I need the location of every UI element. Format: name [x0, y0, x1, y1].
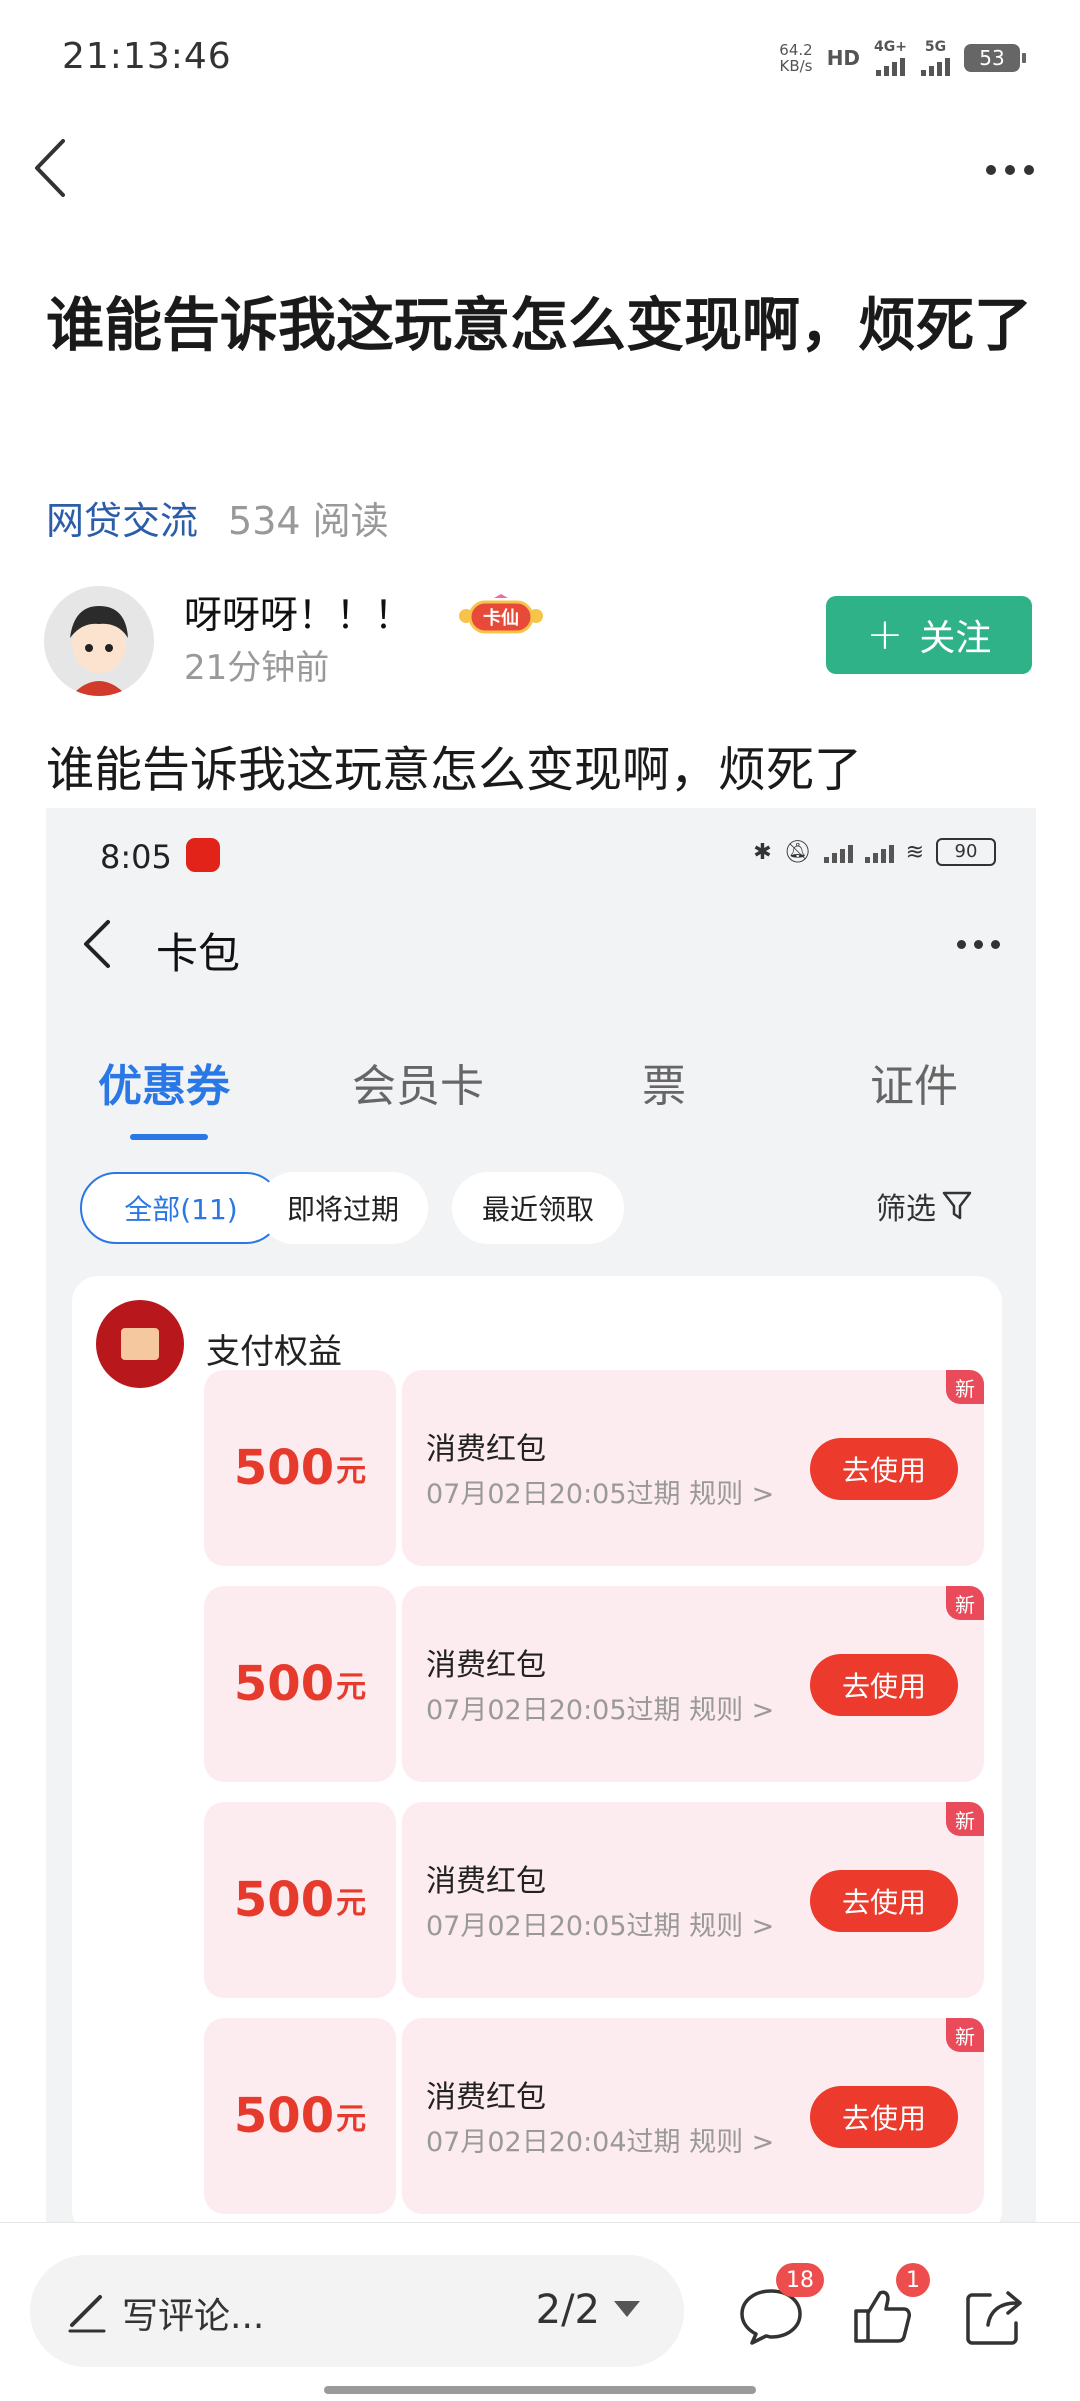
embedded-tab-coupons: 优惠券 — [98, 1061, 230, 1112]
embedded-coupon: 500 元 消费红包 07月02日20:04过期 规则 > 去使用 新 — [204, 2018, 984, 2214]
signal-4g-icon: 4G+ — [874, 40, 907, 76]
post-body: 谁能告诉我这玩意怎么变现啊，烦死了 — [46, 742, 863, 798]
coupon-unit: 元 — [336, 1454, 367, 1489]
embedded-tab-tickets: 票 — [642, 1061, 686, 1112]
embedded-coupon: 500 元 消费红包 07月02日20:05过期 规则 > 去使用 新 — [204, 1586, 984, 1782]
coupon-use-button: 去使用 — [810, 1654, 958, 1716]
wifi-icon: ≋ — [905, 839, 924, 865]
embedded-more-icon — [957, 940, 1000, 949]
coupon-amount: 500 — [233, 2088, 335, 2144]
signal-5g-icon: 5G — [921, 40, 950, 76]
coupon-expire: 07月02日20:05过期 规则 > — [426, 1479, 775, 1510]
back-button[interactable] — [20, 128, 80, 208]
post-meta: 网贷交流 534 阅读 — [46, 490, 389, 545]
net-speed-unit: KB/s — [779, 57, 813, 75]
more-button[interactable] — [970, 140, 1050, 200]
post-image[interactable]: 8:05 ✱ 🔕︎ ≋ 90 卡包 优惠券 会员卡 票 证件 全部(11) 即将… — [46, 808, 1036, 2226]
coupon-use-button: 去使用 — [810, 1438, 958, 1500]
signal-icon — [823, 841, 853, 863]
pencil-icon — [68, 2295, 106, 2333]
embedded-chip-all: 全部(11) — [80, 1172, 282, 1244]
coupon-title: 消费红包 — [426, 1432, 546, 1467]
embedded-battery-icon: 90 — [936, 838, 996, 866]
level-badge: 卡仙 — [456, 594, 546, 638]
embedded-coupon: 500 元 消费红包 07月02日20:05过期 规则 > 去使用 新 — [204, 1802, 984, 1998]
bluetooth-icon: ✱ — [753, 839, 772, 865]
follow-button[interactable]: + 关注 — [826, 596, 1032, 674]
embedded-filter: 筛选 — [876, 1184, 972, 1228]
red-envelope-icon — [96, 1300, 184, 1388]
status-icons: 64.2 KB/s HD 4G+ 5G 53 — [779, 36, 1026, 80]
comment-count-badge: 18 — [776, 2263, 824, 2297]
embedded-tab-ids: 证件 — [870, 1061, 958, 1112]
hd-icon: HD — [826, 46, 861, 70]
net-speed-value: 64.2 — [779, 41, 813, 59]
new-badge: 新 — [946, 1370, 984, 1404]
embedded-group-title: 支付权益 — [206, 1332, 342, 1372]
comment-input[interactable]: 写评论... 2/2 — [30, 2255, 684, 2367]
embedded-chip-recent: 最近领取 — [452, 1172, 624, 1244]
coupon-amount: 500 — [233, 1656, 335, 1712]
coupon-title: 消费红包 — [426, 2080, 546, 2115]
coupon-expire: 07月02日20:05过期 规则 > — [426, 1911, 775, 1942]
coupon-use-button: 去使用 — [810, 2086, 958, 2148]
page-indicator[interactable]: 2/2 — [536, 2287, 600, 2333]
badge-label: 卡仙 — [483, 608, 519, 629]
embedded-status-icons: ✱ 🔕︎ ≋ 90 — [753, 838, 996, 866]
filter-icon — [942, 1191, 972, 1220]
share-button[interactable] — [960, 2283, 1030, 2349]
post-time: 21分钟前 — [184, 648, 330, 688]
avatar[interactable] — [44, 586, 154, 696]
coupon-unit: 元 — [336, 2102, 367, 2137]
coupon-expire: 07月02日20:04过期 规则 > — [426, 2127, 775, 2158]
embedded-coupon-card: 支付权益 500 元 消费红包 07月02日20:05过期 规则 > 去使用 新 … — [72, 1276, 1002, 2226]
home-indicator[interactable] — [324, 2386, 756, 2394]
status-time: 21:13:46 — [62, 36, 232, 77]
embedded-status-time: 8:05 — [100, 838, 172, 876]
plus-icon: + — [866, 609, 904, 660]
read-count: 534 阅读 — [228, 499, 389, 543]
dot-icon — [1024, 165, 1034, 175]
embedded-back-icon — [82, 918, 126, 982]
chevron-left-icon — [35, 139, 65, 197]
coupon-expire: 07月02日20:05过期 规则 > — [426, 1695, 775, 1726]
net-speed: 64.2 KB/s — [779, 42, 812, 74]
dropdown-triangle-icon[interactable] — [614, 2301, 640, 2317]
sim1-label: 4G+ — [874, 39, 907, 55]
new-badge: 新 — [946, 1586, 984, 1620]
sim2-label: 5G — [924, 39, 947, 55]
coupon-title: 消费红包 — [426, 1648, 546, 1683]
embedded-page-title: 卡包 — [156, 929, 241, 978]
coupon-unit: 元 — [336, 1670, 367, 1705]
avatar-cartoon-icon — [44, 586, 154, 696]
embedded-tab-member-cards: 会员卡 — [352, 1061, 484, 1112]
coupon-use-button: 去使用 — [810, 1870, 958, 1932]
post-title: 谁能告诉我这玩意怎么变现啊，烦死了 — [46, 291, 1033, 359]
embedded-filter-label: 筛选 — [876, 1192, 936, 1227]
signal-icon — [864, 841, 894, 863]
coupon-amount: 500 — [233, 1440, 335, 1496]
new-badge: 新 — [946, 1802, 984, 1836]
share-icon — [966, 2291, 1022, 2345]
embedded-chip-expiring: 即将过期 — [258, 1172, 428, 1244]
coupon-amount: 500 — [233, 1872, 335, 1928]
bottom-action-bar: 写评论... 2/2 18 1 — [0, 2222, 1080, 2401]
author-name[interactable]: 呀呀呀！！！ — [184, 584, 412, 639]
follow-label: 关注 — [919, 618, 992, 659]
embedded-coupon: 500 元 消费红包 07月02日20:05过期 规则 > 去使用 新 — [204, 1370, 984, 1566]
like-count-badge: 1 — [896, 2263, 930, 2297]
dot-icon — [986, 165, 996, 175]
comment-placeholder: 写评论... — [122, 2296, 265, 2337]
category-link[interactable]: 网贷交流 — [46, 490, 198, 545]
dot-icon — [1005, 165, 1015, 175]
coupon-title: 消费红包 — [426, 1864, 546, 1899]
app-notification-icon — [186, 838, 220, 872]
battery-icon: 53 — [964, 44, 1026, 72]
embedded-tab-indicator — [130, 1134, 208, 1140]
mute-icon: 🔕︎ — [783, 839, 812, 865]
coupon-unit: 元 — [336, 1886, 367, 1921]
new-badge: 新 — [946, 2018, 984, 2052]
